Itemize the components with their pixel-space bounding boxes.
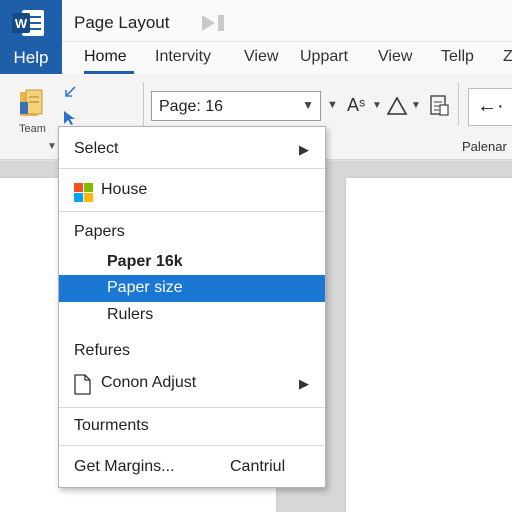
- menu-divider: [59, 211, 325, 212]
- arrow-left-icon: ←·: [477, 95, 504, 117]
- ribbon-separator: [143, 82, 144, 126]
- tab-home[interactable]: Home: [84, 48, 127, 66]
- menu-item-label: Rulers: [107, 306, 154, 323]
- chevron-down-icon[interactable]: ▼: [327, 99, 338, 111]
- chevron-down-icon[interactable]: ▼: [411, 100, 421, 111]
- menu-selection-highlight: [59, 275, 325, 302]
- menu-divider: [59, 407, 325, 408]
- page-combo[interactable]: Page: 16 ▼: [151, 91, 321, 121]
- team-dropdown-arrow[interactable]: ▼: [47, 141, 57, 152]
- shape-triangle-icon[interactable]: [386, 95, 408, 117]
- window-title: Page Layout: [74, 13, 170, 32]
- team-label: Team: [19, 123, 46, 135]
- tab-tellp[interactable]: Tellp: [441, 48, 474, 66]
- cursor-icon[interactable]: [62, 110, 80, 126]
- menu-item-label: Paper size: [107, 279, 183, 296]
- document-icon: [74, 374, 91, 395]
- menu-divider: [59, 445, 325, 446]
- clipboard-icon[interactable]: [428, 93, 450, 117]
- menu-section-label: Refures: [74, 342, 131, 359]
- font-size-icon[interactable]: Aˢ: [347, 95, 365, 116]
- menu-item-label: Select: [74, 140, 119, 157]
- tab-intervity[interactable]: Intervity: [155, 48, 211, 66]
- windows-logo-icon: [74, 183, 93, 202]
- menu-item-label: Conon Adjust: [101, 374, 197, 391]
- menu-item-label: House: [101, 181, 148, 198]
- page-combo-value: Page: 16: [159, 98, 224, 115]
- context-menu: Select ▶ House Papers Paper 16k Paper si…: [58, 126, 326, 488]
- folder-icon[interactable]: [18, 88, 44, 118]
- ribbon-group-label: Palenar: [462, 139, 507, 154]
- ribbon-separator: [458, 82, 459, 126]
- menu-item-label: Tourments: [74, 417, 149, 434]
- app-badge-panel: W Help: [0, 0, 62, 74]
- menu-section-label: Papers: [74, 223, 125, 240]
- back-arrow-button[interactable]: ←·: [468, 88, 512, 126]
- help-button[interactable]: Help: [0, 44, 62, 72]
- tab-view[interactable]: View: [244, 48, 278, 66]
- submenu-arrow-icon: ▶: [299, 142, 309, 157]
- tab-z[interactable]: Z: [503, 48, 512, 66]
- menu-item-label: Get Margins...: [74, 458, 175, 475]
- menu-item-shortcut: Cantriul: [230, 458, 286, 475]
- menu-divider: [59, 168, 325, 169]
- menu-item-label: Paper 16k: [107, 253, 183, 270]
- title-bar: Page Layout: [62, 0, 512, 42]
- tab-uppart[interactable]: Uppart: [300, 48, 348, 66]
- document-page[interactable]: [346, 178, 512, 512]
- svg-text:W: W: [15, 16, 28, 31]
- play-icon[interactable]: [200, 14, 228, 32]
- ribbon-tabs: Home Intervity View Uppart View Tellp Z: [62, 42, 512, 74]
- tab-view-2[interactable]: View: [378, 48, 412, 66]
- chevron-down-icon[interactable]: ▼: [372, 100, 382, 111]
- submenu-arrow-icon: ▶: [299, 376, 309, 391]
- resize-icon[interactable]: [62, 84, 78, 100]
- word-logo-icon: W: [12, 10, 44, 36]
- chevron-down-icon[interactable]: ▼: [302, 98, 314, 112]
